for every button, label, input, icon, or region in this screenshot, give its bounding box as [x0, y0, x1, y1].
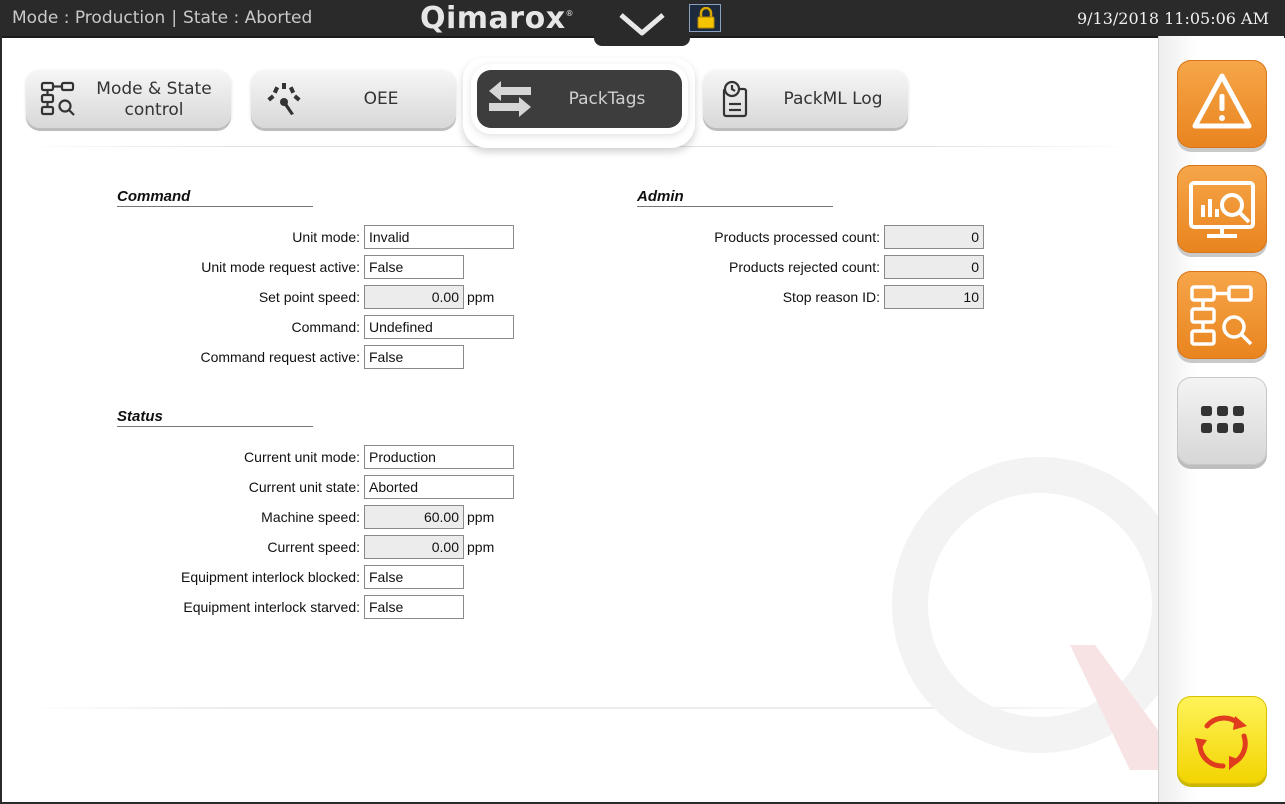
qimarox-watermark-icon: [892, 457, 1158, 770]
datetime-display: 9/13/2018 11:05:06 AM: [1076, 9, 1269, 28]
stop-reason-id-label: Stop reason ID:: [782, 289, 880, 305]
products-processed-count-field[interactable]: 0: [884, 225, 984, 249]
products-rejected-count-label: Products rejected count:: [729, 259, 880, 275]
lock-button[interactable]: [689, 4, 721, 32]
status-interlock-starved-row: Equipment interlock starved: False: [0, 595, 600, 619]
report-monitor-icon: [1189, 181, 1255, 238]
equipment-interlock-starved-field[interactable]: False: [364, 595, 464, 619]
tab-mode-state-label-line1: Mode & State: [96, 79, 212, 99]
tab-mode-state-label-line2: control: [124, 100, 184, 120]
tab-packtags-label: PackTags: [568, 89, 646, 109]
equipment-interlock-blocked-field[interactable]: False: [364, 565, 464, 589]
tab-oee-label: OEE: [363, 89, 399, 109]
stop-reason-id-field[interactable]: 10: [884, 285, 984, 309]
reset-button[interactable]: [1177, 696, 1267, 784]
status-section-title: Status: [117, 408, 313, 427]
mode-state-indicator: Mode : Production | State : Aborted: [12, 8, 312, 28]
chevron-down-icon: [619, 13, 665, 36]
warning-icon: [1192, 73, 1252, 129]
status-current-unit-state-row: Current unit state: Aborted: [0, 475, 600, 499]
command-request-active-row: Command request active: False: [0, 345, 600, 369]
status-interlock-blocked-row: Equipment interlock blocked: False: [0, 565, 600, 589]
products-rejected-count-field[interactable]: 0: [884, 255, 984, 279]
admin-section-title: Admin: [637, 188, 833, 207]
lock-icon: [697, 7, 715, 29]
status-current-unit-mode-row: Current unit mode: Production: [0, 445, 600, 469]
status-machine-speed-row: Machine speed: 60.00 ppm: [0, 505, 600, 529]
current-unit-state-label: Current unit state:: [248, 479, 360, 495]
admin-stop-reason-row: Stop reason ID: 10: [0, 285, 1000, 309]
current-speed-label: Current speed:: [267, 539, 360, 555]
header-separator: |: [171, 8, 178, 28]
gauge-icon: [267, 83, 301, 115]
current-speed-unit: ppm: [467, 539, 495, 555]
log-clock-icon: [722, 80, 748, 118]
machine-speed-unit: ppm: [467, 509, 495, 525]
admin-products-rejected-row: Products rejected count: 0: [0, 255, 1000, 279]
reset-cycle-icon: [1195, 715, 1248, 770]
reports-button[interactable]: [1177, 165, 1267, 253]
qimarox-logo: Qimarox®: [420, 1, 574, 36]
command-field[interactable]: Undefined: [364, 315, 514, 339]
logo-registered-mark: ®: [565, 9, 575, 18]
admin-products-processed-row: Products processed count: 0: [0, 225, 1000, 249]
logo-text: Qimarox: [420, 1, 566, 36]
menu-dots-icon: [1201, 406, 1244, 433]
current-unit-mode-field[interactable]: Production: [364, 445, 514, 469]
more-menu-button[interactable]: [1177, 377, 1267, 465]
state-diagram-icon: [40, 81, 75, 116]
machine-speed-field[interactable]: 60.00: [364, 505, 464, 529]
products-processed-count-label: Products processed count:: [714, 229, 880, 245]
tab-packml-log[interactable]: PackML Log: [703, 70, 908, 128]
command-command-row: Command: Undefined: [0, 315, 600, 339]
alarm-button[interactable]: [1177, 60, 1267, 148]
mode-label: Mode : Production: [12, 8, 166, 28]
state-label: State : Aborted: [183, 8, 313, 28]
top-bar: Mode : Production | State : Aborted Qimaro…: [0, 0, 1285, 46]
status-current-speed-row: Current speed: 0.00 ppm: [0, 535, 600, 559]
window-left-border: [0, 36, 2, 804]
command-section-title: Command: [117, 188, 313, 207]
current-unit-mode-label: Current unit mode:: [244, 449, 360, 465]
command-label: Command:: [291, 319, 360, 335]
equipment-interlock-blocked-label: Equipment interlock blocked:: [181, 569, 360, 585]
current-speed-field[interactable]: 0.00: [364, 535, 464, 559]
state-diagram-icon: [1190, 285, 1253, 346]
machine-speed-label: Machine speed:: [261, 509, 360, 525]
current-unit-state-field[interactable]: Aborted: [364, 475, 514, 499]
tab-packtags[interactable]: PackTags: [477, 70, 682, 128]
equipment-interlock-starved-label: Equipment interlock starved:: [183, 599, 360, 615]
state-overview-button[interactable]: [1177, 271, 1267, 359]
command-request-active-field[interactable]: False: [364, 345, 464, 369]
header-dropdown-button[interactable]: [594, 0, 690, 46]
tab-oee[interactable]: OEE: [251, 70, 456, 128]
tab-mode-state-label: Mode & State control: [86, 79, 222, 121]
tab-packml-log-label: PackML Log: [783, 89, 883, 109]
tab-mode-state-control[interactable]: Mode & State control: [26, 70, 231, 128]
command-request-active-label: Command request active:: [200, 349, 360, 365]
transfer-arrows-icon: [489, 81, 531, 117]
